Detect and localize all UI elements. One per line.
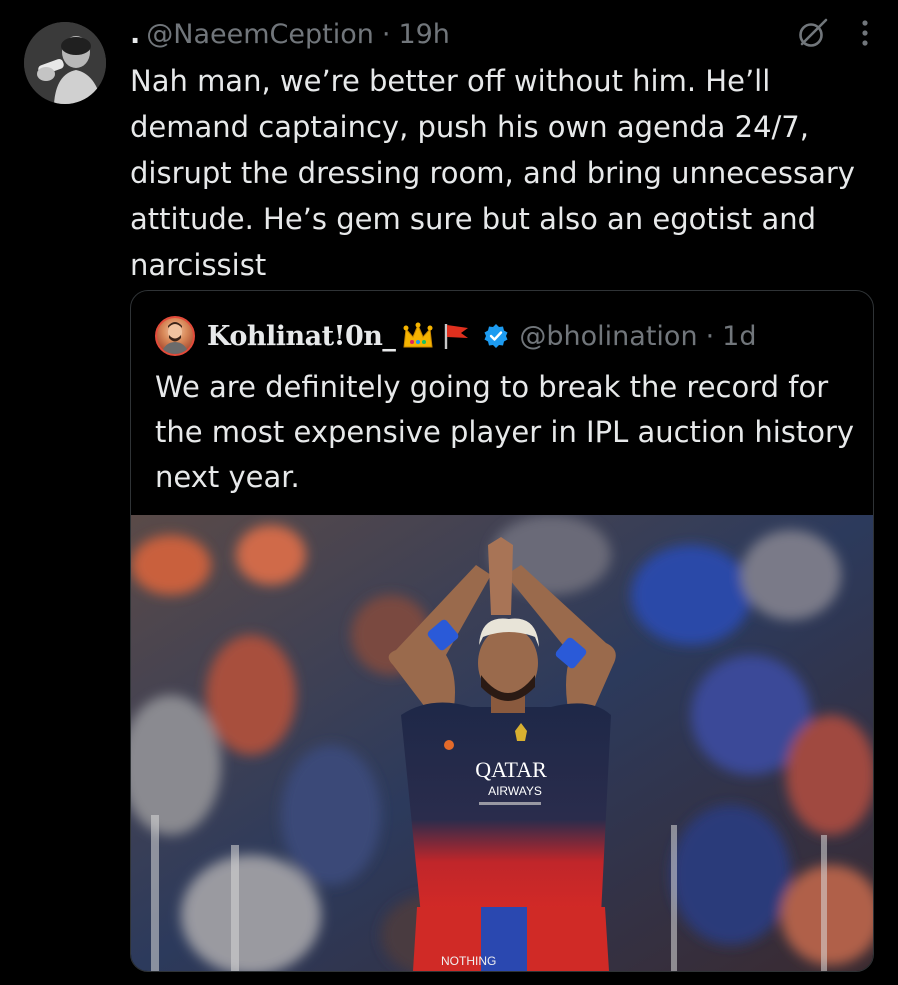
quoted-timestamp[interactable]: 1d bbox=[722, 321, 756, 352]
tweet-text: Nah man, we’re better off without him. H… bbox=[130, 64, 855, 282]
quoted-media-image[interactable]: QATAR AIRWAYS NOTHING bbox=[131, 515, 873, 971]
quoted-handle[interactable]: @bholination bbox=[519, 321, 697, 352]
tweet-actions bbox=[796, 16, 870, 50]
crown-emoji-icon bbox=[401, 321, 435, 351]
quoted-tweet[interactable]: Kohlinat!0n_ @bholination · 1d We are de… bbox=[130, 290, 874, 972]
display-name[interactable]: . bbox=[130, 19, 140, 50]
jersey-sponsor-subtext: AIRWAYS bbox=[488, 784, 542, 798]
quoted-user-avatar[interactable] bbox=[155, 316, 195, 356]
quoted-tweet-text: We are definitely going to break the rec… bbox=[155, 370, 855, 494]
more-options-icon[interactable] bbox=[860, 18, 870, 48]
red-flag-emoji-icon bbox=[441, 321, 471, 351]
tweet-header: . @NaeemCeption · 19h bbox=[130, 14, 450, 54]
quoted-separator: · bbox=[705, 320, 715, 352]
shorts-sponsor-text: NOTHING bbox=[441, 954, 496, 968]
grok-icon[interactable] bbox=[796, 16, 830, 50]
user-avatar[interactable] bbox=[24, 22, 106, 104]
handle[interactable]: @NaeemCeption bbox=[146, 19, 374, 50]
verified-badge-icon bbox=[483, 323, 509, 349]
separator: · bbox=[381, 18, 391, 50]
timestamp[interactable]: 19h bbox=[398, 19, 449, 50]
jersey-sponsor-text: QATAR bbox=[475, 757, 547, 782]
quoted-display-name[interactable]: Kohlinat!0n_ bbox=[207, 321, 396, 352]
quoted-tweet-header: Kohlinat!0n_ @bholination · 1d bbox=[155, 315, 756, 357]
